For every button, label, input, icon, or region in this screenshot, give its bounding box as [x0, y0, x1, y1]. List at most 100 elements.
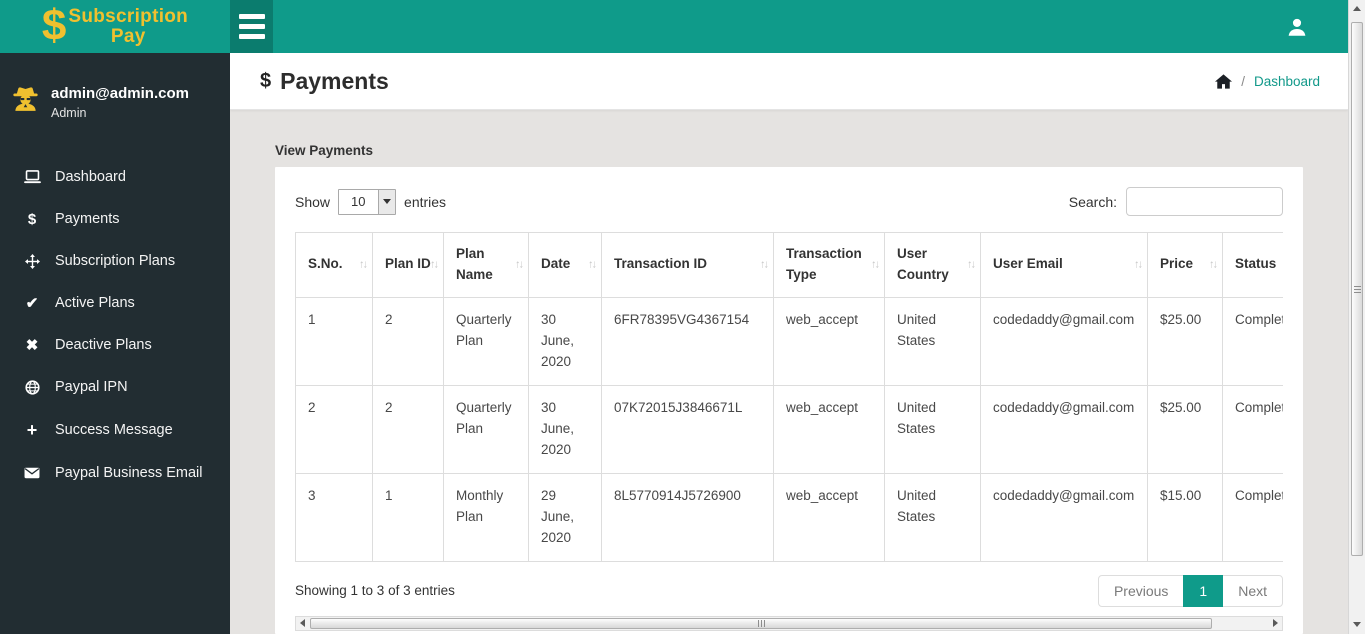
search-control: Search:: [1069, 187, 1283, 216]
next-page-button[interactable]: Next: [1222, 574, 1283, 607]
cell-plan-name: Quarterly Plan: [443, 384, 529, 474]
dollar-icon: $: [27, 210, 37, 228]
app-window: $ Subscription Pay admin@admin.com Admin…: [0, 0, 1365, 634]
column-label: Plan Name: [456, 246, 493, 282]
sidebar-item-label: Deactive Plans: [55, 337, 152, 353]
column-label: User Email: [993, 256, 1063, 272]
previous-page-button[interactable]: Previous: [1097, 574, 1185, 607]
column-header-date[interactable]: Date ↑↓: [528, 232, 602, 298]
spy-avatar-icon: [12, 85, 39, 117]
scroll-left-arrow-icon[interactable]: [296, 617, 309, 630]
cell-status: Completed: [1222, 296, 1283, 386]
entries-select-value: 10: [351, 194, 366, 209]
scroll-down-arrow-icon[interactable]: [1349, 616, 1365, 632]
column-header-plan-id[interactable]: Plan ID ↑↓: [372, 232, 444, 298]
cell-plan-name: Quarterly Plan: [443, 296, 529, 386]
cell-transaction-id: 6FR78395VG4367154: [601, 296, 774, 386]
cell-plan-name: Monthly Plan: [443, 472, 529, 562]
sidebar-profile: admin@admin.com Admin: [0, 53, 230, 130]
sort-icon: ↑↓: [871, 258, 880, 271]
sidebar-item-deactive-plans[interactable]: ✖ Deactive Plans: [0, 324, 230, 366]
breadcrumb-separator: /: [1241, 73, 1245, 89]
cell-price: $25.00: [1147, 384, 1223, 474]
cell-plan-id: 2: [372, 296, 444, 386]
horizontal-scrollbar-track[interactable]: [309, 617, 1269, 630]
sidebar-item-label: Paypal Business Email: [55, 465, 203, 481]
column-header-status[interactable]: Status↑↓: [1222, 232, 1283, 298]
sort-icon: ↑↓: [588, 258, 597, 271]
topbar: $ Subscription Pay: [0, 0, 1348, 53]
table-info: Showing 1 to 3 of 3 entries: [295, 583, 455, 599]
envelope-icon: [22, 467, 42, 479]
cell-user-country: United States: [884, 296, 981, 386]
topbar-right: [1286, 0, 1348, 53]
dollar-logo-icon: $: [41, 0, 67, 50]
sidebar-item-active-plans[interactable]: ✔ Active Plans: [0, 282, 230, 324]
cell-plan-id: 2: [372, 384, 444, 474]
scroll-right-arrow-icon[interactable]: [1269, 617, 1282, 630]
table-row: 3 1 Monthly Plan 29 June, 2020 8L5770914J572…: [295, 472, 1283, 562]
column-label: User Country: [897, 246, 949, 282]
column-header-price[interactable]: Price ↑↓: [1147, 232, 1223, 298]
horizontal-scrollbar[interactable]: [295, 615, 1283, 631]
sidebar: admin@admin.com Admin Dashboard $ Payments…: [0, 53, 230, 634]
table-scroll-region[interactable]: S.No. ↑↓ Plan ID ↑↓ Plan Name ↑↓ Date ↑↓ Transac…: [295, 232, 1283, 562]
entries-select[interactable]: 10: [338, 188, 397, 215]
search-input[interactable]: [1126, 187, 1283, 216]
cell-transaction-id: 8L5770914J5726900: [601, 472, 774, 562]
column-header-s-no[interactable]: S.No. ↑↓: [295, 232, 373, 298]
panel-title: View Payments: [275, 143, 374, 158]
column-label: Transaction Type: [786, 246, 862, 282]
globe-icon: [22, 379, 42, 395]
table-footer: Showing 1 to 3 of 3 entries Previous 1 N…: [295, 574, 1283, 607]
home-icon[interactable]: [1215, 73, 1233, 89]
hamburger-menu-icon[interactable]: [230, 0, 273, 53]
sort-icon: ↑↓: [1134, 258, 1143, 271]
cell-transaction-id: 07K72015J3846671L: [601, 384, 774, 474]
cell-transaction-type: web_accept: [773, 472, 885, 562]
sort-icon: ↑↓: [430, 258, 439, 271]
sidebar-item-label: Paypal IPN: [55, 379, 128, 395]
sort-icon: ↑↓: [760, 258, 769, 271]
page-title: $ Payments: [260, 67, 389, 94]
sidebar-item-payments[interactable]: $ Payments: [0, 198, 230, 240]
sidebar-item-dashboard[interactable]: Dashboard: [0, 156, 230, 198]
horizontal-scrollbar-thumb[interactable]: [310, 617, 1213, 629]
cell-date: 30 June, 2020: [528, 384, 602, 474]
main-area: $ Payments / Dashboard View Payments Sho…: [230, 53, 1348, 634]
cell-plan-id: 1: [372, 472, 444, 562]
scroll-up-arrow-icon[interactable]: [1349, 0, 1365, 16]
vertical-scrollbar-thumb[interactable]: [1351, 22, 1363, 556]
column-header-user-email[interactable]: User Email ↑↓: [980, 232, 1148, 298]
laptop-icon: [22, 170, 42, 184]
column-header-transaction-type[interactable]: Transaction Type ↑↓: [773, 232, 885, 298]
cross-icon: ✖: [25, 336, 39, 354]
sidebar-item-subscription-plans[interactable]: Subscription Plans: [0, 240, 230, 282]
sidebar-item-label: Payments: [55, 211, 120, 227]
column-label: Status: [1235, 256, 1277, 272]
sidebar-item-label: Active Plans: [55, 295, 135, 311]
cell-price: $25.00: [1147, 296, 1223, 386]
page-1-button[interactable]: 1: [1183, 574, 1224, 607]
breadcrumb: / Dashboard: [1215, 74, 1320, 89]
sidebar-item-paypal-ipn[interactable]: Paypal IPN: [0, 366, 230, 408]
payments-card: Show 10 entries Search: S.No. ↑↓ Plan ID…: [275, 167, 1303, 634]
cell-transaction-type: web_accept: [773, 296, 885, 386]
column-header-user-country[interactable]: User Country ↑↓: [884, 232, 981, 298]
breadcrumb-dashboard-link[interactable]: Dashboard: [1254, 74, 1320, 89]
length-control: Show 10 entries: [295, 188, 447, 215]
pagination: Previous 1 Next: [1097, 574, 1283, 607]
brand-logo[interactable]: $ Subscription Pay: [0, 0, 230, 53]
table-row: 2 2 Quarterly Plan 30 June, 2020 07K72015J38…: [295, 384, 1283, 474]
column-header-plan-name[interactable]: Plan Name ↑↓: [443, 232, 529, 298]
vertical-scrollbar[interactable]: [1348, 0, 1365, 634]
column-label: Plan ID: [385, 256, 431, 272]
user-icon[interactable]: [1286, 16, 1308, 38]
sidebar-item-paypal-business-email[interactable]: Paypal Business Email: [0, 452, 230, 494]
cell-date: 29 June, 2020: [528, 472, 602, 562]
length-suffix-label: entries: [404, 193, 447, 210]
sidebar-item-success-message[interactable]: + Success Message: [0, 408, 230, 452]
column-header-transaction-id[interactable]: Transaction ID ↑↓: [601, 232, 774, 298]
content: View Payments Show 10 entries Search: S.…: [230, 110, 1348, 634]
cell-date: 30 June, 2020: [528, 296, 602, 386]
